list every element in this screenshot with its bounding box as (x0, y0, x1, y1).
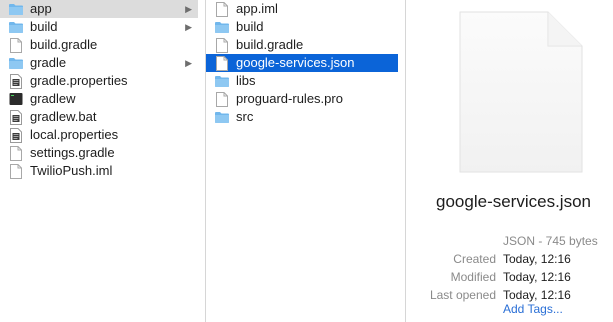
preview-pane: google-services.json JSON - 745 bytes Cr… (414, 0, 613, 322)
file-row[interactable]: gradle ▶ (0, 54, 198, 72)
modified-value: Today, 12:16 (503, 270, 571, 284)
column-app: app.iml build build.gradle google-services.… (206, 0, 398, 322)
file-row[interactable]: build.gradle (206, 36, 398, 54)
properties-file-icon (8, 73, 24, 89)
file-row[interactable]: gradlew.bat (0, 108, 198, 126)
document-icon (214, 91, 230, 107)
folder-icon (8, 2, 24, 16)
unix-executable-icon (8, 92, 24, 106)
document-icon (8, 163, 24, 179)
file-row-label: gradlew.bat (30, 109, 97, 124)
file-row-label: TwilioPush.iml (30, 163, 113, 178)
file-row[interactable]: google-services.json (206, 54, 398, 72)
file-row-label: build (236, 19, 264, 34)
file-row-label: local.properties (30, 127, 119, 142)
chevron-right-icon: ▶ (185, 58, 192, 68)
file-row-label: gradle.properties (30, 73, 128, 88)
created-value: Today, 12:16 (503, 252, 571, 266)
modified-label: Modified (450, 270, 496, 284)
file-row[interactable]: build ▶ (0, 18, 198, 36)
file-row[interactable]: build (206, 18, 398, 36)
file-row[interactable]: libs (206, 72, 398, 90)
file-row-label: gradlew (30, 91, 76, 106)
folder-icon (8, 56, 24, 70)
file-row-label: build.gradle (30, 37, 98, 52)
folder-icon (214, 110, 230, 124)
column-root: app ▶ build ▶ build.gradle gradle ▶ gradle.prop… (0, 0, 198, 322)
chevron-right-icon: ▶ (185, 22, 192, 32)
file-row-label: settings.gradle (30, 145, 115, 160)
file-row[interactable]: TwilioPush.iml (0, 162, 198, 180)
folder-icon (214, 20, 230, 34)
document-preview-icon (459, 11, 583, 173)
file-row-label: google-services.json (236, 55, 355, 70)
file-row-label: build.gradle (236, 37, 304, 52)
file-row-label: app (30, 1, 52, 16)
file-row[interactable]: app.iml (206, 0, 398, 18)
properties-file-icon (8, 109, 24, 125)
file-row-label: src (236, 109, 254, 124)
document-icon (214, 1, 230, 17)
file-row[interactable]: src (206, 108, 398, 126)
last-opened-label: Last opened (429, 288, 496, 302)
document-icon (214, 55, 230, 71)
document-icon (8, 37, 24, 53)
file-row[interactable]: gradle.properties (0, 72, 198, 90)
preview-kind-size: JSON - 745 bytes (503, 234, 598, 248)
file-row[interactable]: build.gradle (0, 36, 198, 54)
folder-icon (8, 20, 24, 34)
file-row[interactable]: proguard-rules.pro (206, 90, 398, 108)
file-row[interactable]: local.properties (0, 126, 198, 144)
chevron-right-icon: ▶ (185, 4, 192, 14)
file-row-label: build (30, 19, 58, 34)
file-row[interactable]: settings.gradle (0, 144, 198, 162)
file-row[interactable]: app ▶ (0, 0, 198, 18)
add-tags-link[interactable]: Add Tags... (503, 302, 563, 316)
document-icon (214, 37, 230, 53)
properties-file-icon (8, 127, 24, 143)
column-divider[interactable] (405, 0, 406, 322)
preview-filename: google-services.json (436, 192, 591, 211)
document-icon (8, 145, 24, 161)
file-row-label: gradle (30, 55, 67, 70)
created-label: Created (453, 252, 496, 266)
file-row-label: libs (236, 73, 256, 88)
file-row-label: app.iml (236, 1, 278, 16)
file-row[interactable]: gradlew (0, 90, 198, 108)
file-row-label: proguard-rules.pro (236, 91, 343, 106)
folder-icon (214, 74, 230, 88)
